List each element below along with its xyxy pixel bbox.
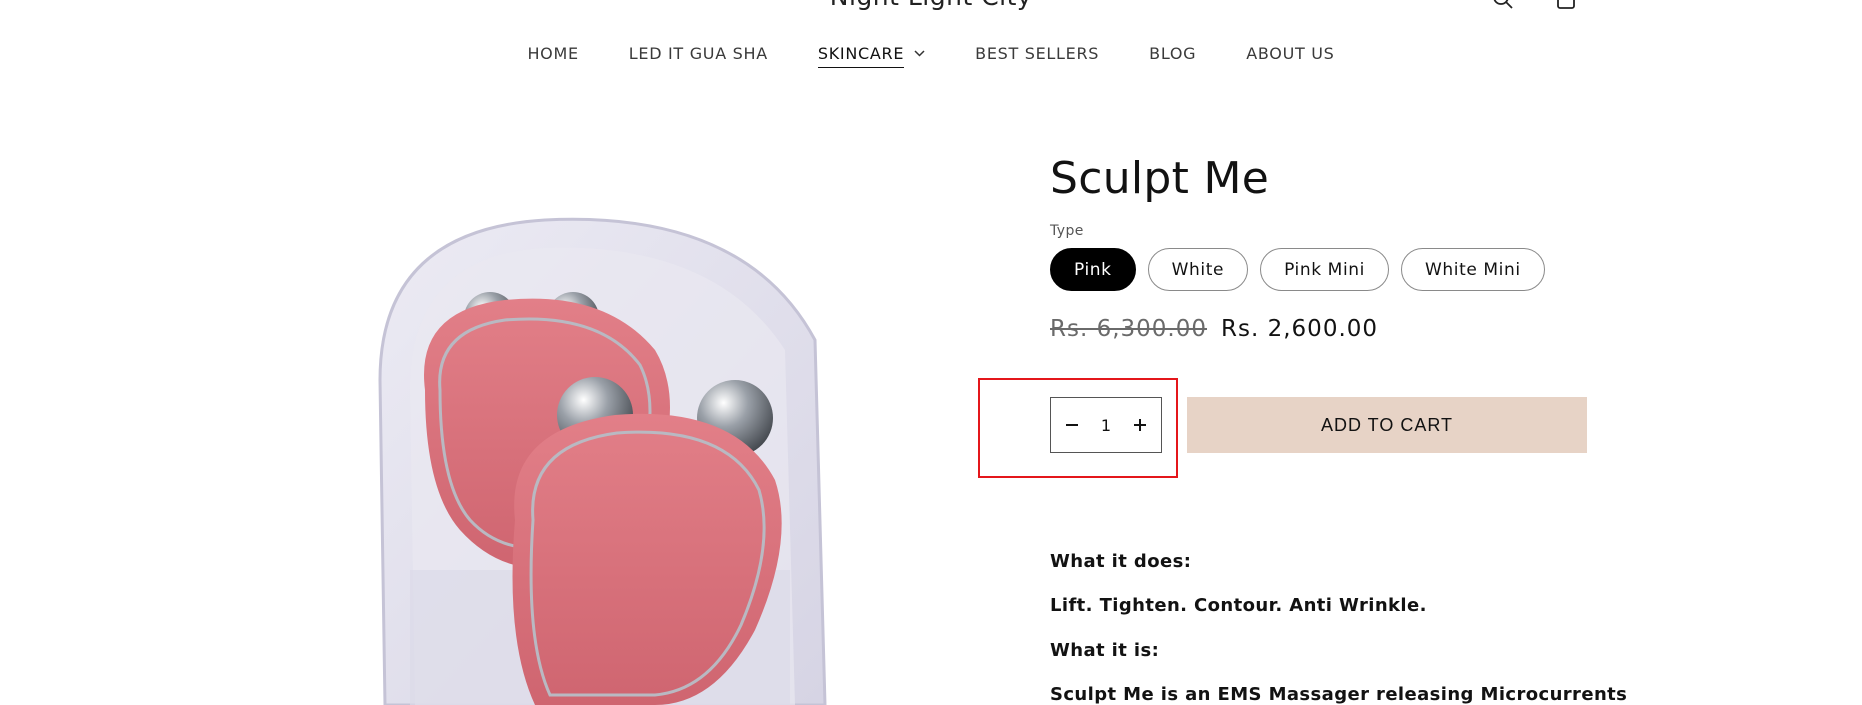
description-line: What it does:: [1050, 551, 1192, 572]
plus-icon: [1134, 419, 1146, 431]
nav-about-us[interactable]: ABOUT US: [1246, 44, 1334, 63]
brand-logo[interactable]: Night Light City: [0, 0, 1862, 11]
product-title: Sculpt Me: [1050, 153, 1270, 204]
variant-pink[interactable]: Pink: [1050, 248, 1136, 292]
quantity-stepper: [1050, 397, 1162, 453]
nav-led-it-gua-sha[interactable]: LED IT GUA SHA: [629, 44, 768, 63]
variant-picker: Pink White Pink Mini White Mini: [1050, 248, 1590, 292]
product-page: Night Light City HOME LED IT GUA SHA SKI…: [0, 0, 1862, 705]
variant-label: Type: [1050, 223, 1084, 240]
product-image[interactable]: [355, 200, 975, 705]
description-line: What it is:: [1050, 639, 1160, 661]
variant-white[interactable]: White: [1147, 248, 1249, 292]
cart-icon[interactable]: [1555, 0, 1577, 10]
product-description: What it does: Lift. Tighten. Contour. An…: [1050, 550, 1628, 705]
buy-row: ADD TO CART: [978, 378, 1590, 478]
variant-white-mini[interactable]: White Mini: [1400, 248, 1545, 292]
nav-skincare[interactable]: SKINCARE: [817, 44, 905, 68]
main-nav: HOME LED IT GUA SHA SKINCARE BEST SELLER…: [0, 44, 1862, 68]
description-line: Lift. Tighten. Contour. Anti Wrinkle.: [1050, 595, 1427, 617]
nav-skincare-dropdown[interactable]: SKINCARE: [817, 44, 925, 68]
price: Rs. 6,300.00 Rs. 2,600.00: [1050, 316, 1590, 342]
chevron-down-icon: [914, 50, 925, 57]
search-icon[interactable]: [1492, 0, 1514, 10]
description-line: Sculpt Me is an EMS Massager releasing M…: [1050, 683, 1628, 705]
minus-icon: [1066, 424, 1078, 426]
quantity-increase-button[interactable]: [1127, 405, 1153, 445]
add-to-cart-button[interactable]: ADD TO CART: [1187, 397, 1587, 453]
nav-best-sellers[interactable]: BEST SELLERS: [975, 44, 1099, 63]
nav-blog[interactable]: BLOG: [1149, 44, 1196, 63]
quantity-decrease-button[interactable]: [1059, 405, 1085, 445]
product-info: Sculpt Me Type Pink White Pink Mini Whit…: [978, 153, 1627, 705]
nav-home[interactable]: HOME: [527, 44, 578, 63]
variant-pink-mini[interactable]: Pink Mini: [1260, 248, 1389, 292]
quantity-input[interactable]: [1086, 415, 1126, 435]
device-illustration: [378, 217, 827, 705]
compare-price: Rs. 6,300.00: [1050, 316, 1208, 343]
sale-price: Rs. 2,600.00: [1221, 316, 1379, 343]
